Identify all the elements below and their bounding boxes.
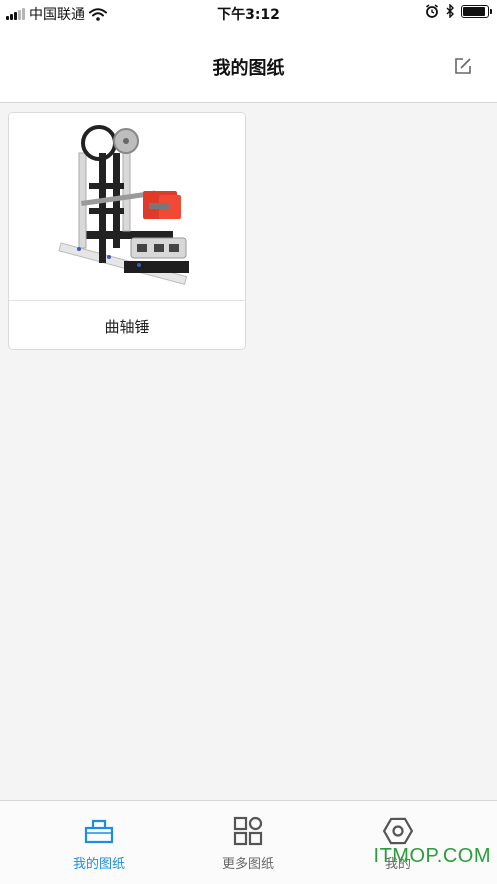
tab-my-drawings-label: 我的图纸: [72, 857, 125, 872]
watermark: ITMOP.COM: [373, 845, 491, 867]
battery-icon: [461, 4, 492, 18]
tab-more-drawings-label: 更多图纸: [221, 857, 274, 872]
hex-nut-icon: [382, 817, 414, 845]
card-divider: [9, 300, 245, 301]
edit-square-icon: [455, 58, 471, 74]
page-title: 我的图纸: [212, 58, 285, 79]
tab-my-drawings[interactable]: 我的图纸: [39, 801, 159, 884]
clock: 下午3:12: [217, 7, 280, 23]
box-icon: [84, 819, 114, 844]
edit-button[interactable]: [453, 56, 473, 76]
drawing-thumbnail: [9, 113, 245, 300]
tab-me[interactable]: 我的: [338, 801, 458, 884]
drawing-card[interactable]: 曲轴锤: [8, 112, 246, 350]
navigation-bar: 我的图纸: [0, 26, 497, 103]
bluetooth-icon: [446, 4, 454, 18]
tab-more-drawings[interactable]: 更多图纸: [188, 801, 308, 884]
status-bar: 中国联通 下午3:12: [0, 0, 497, 26]
drawing-card-title: 曲轴锤: [104, 318, 150, 336]
grid-icon: [233, 816, 263, 846]
tab-bar: 我的图纸 更多图纸 我的: [0, 800, 497, 884]
alarm-icon: [426, 4, 438, 18]
status-bar-right: [425, 4, 492, 18]
